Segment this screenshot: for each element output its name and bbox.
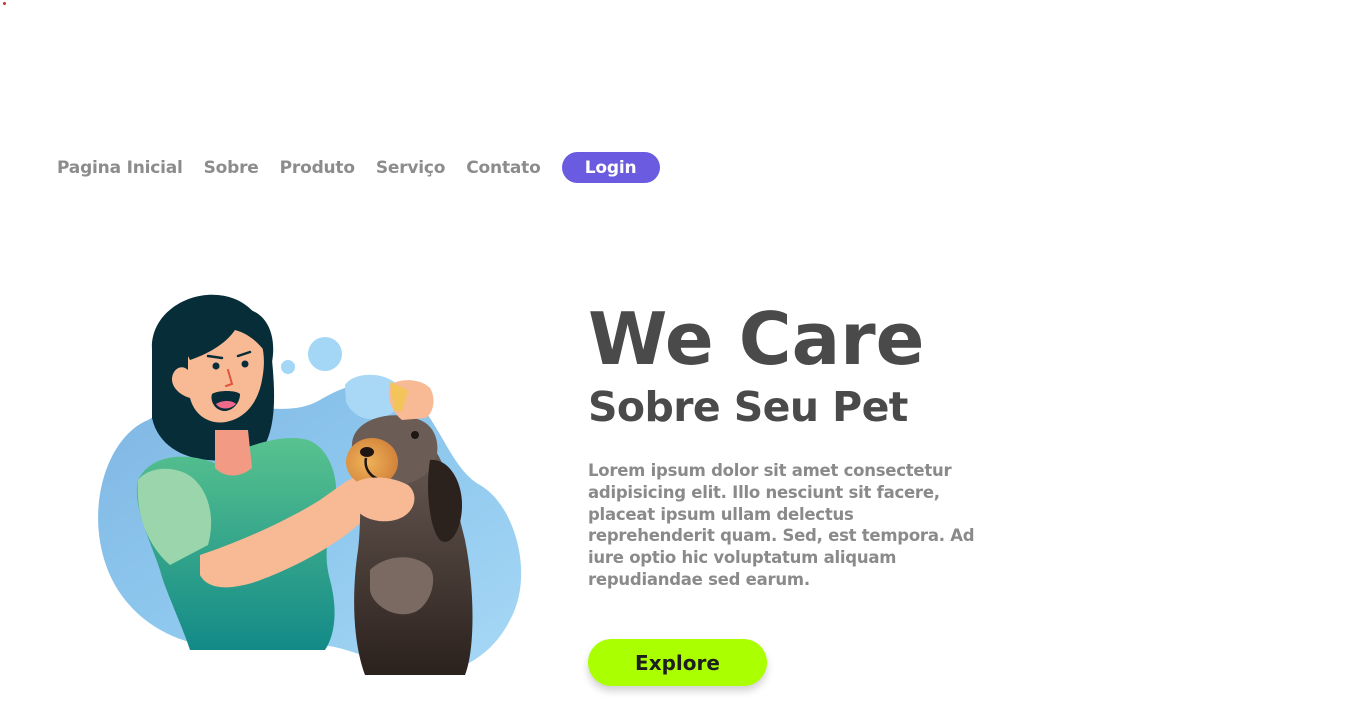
nav-link-contato[interactable]: Contato xyxy=(466,158,540,178)
woman-grooming-dog-illustration xyxy=(98,294,522,675)
hero-description: Lorem ipsum dolor sit amet consectetur a… xyxy=(588,461,975,589)
dog-eye xyxy=(411,431,419,439)
nav-link-produto[interactable]: Produto xyxy=(280,158,355,178)
bubble-large xyxy=(308,337,342,371)
neck xyxy=(215,430,252,476)
nav-link-sobre[interactable]: Sobre xyxy=(204,158,259,178)
nav-link-pagina-inicial[interactable]: Pagina Inicial xyxy=(57,158,183,178)
nav-link-servico[interactable]: Serviço xyxy=(376,158,446,178)
hero-subtitle: Sobre Seu Pet xyxy=(588,383,908,431)
main-navbar: Pagina Inicial Sobre Produto Serviço Con… xyxy=(57,152,660,183)
corner-dot xyxy=(3,2,6,5)
hero-illustration xyxy=(90,290,530,680)
left-eye xyxy=(212,362,220,370)
bubble-small xyxy=(281,360,295,374)
hero-title: We Care xyxy=(588,297,925,381)
login-button[interactable]: Login xyxy=(561,152,660,183)
right-eye xyxy=(241,360,249,368)
dog-nose xyxy=(360,447,374,457)
explore-button[interactable]: Explore xyxy=(588,639,767,686)
